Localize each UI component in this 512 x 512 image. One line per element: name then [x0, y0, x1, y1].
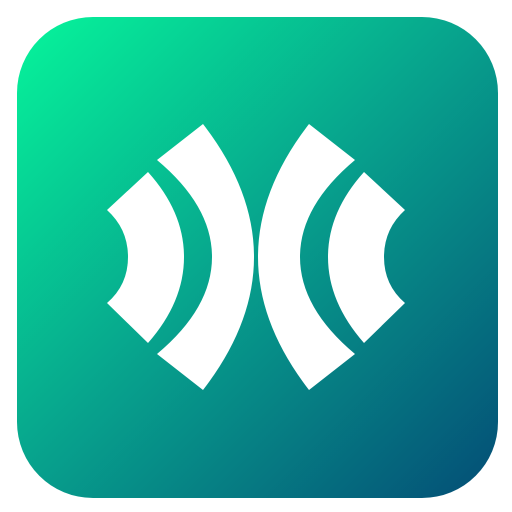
- app-icon[interactable]: [0, 0, 512, 512]
- icon-background: [17, 17, 498, 498]
- canvas: [0, 0, 512, 512]
